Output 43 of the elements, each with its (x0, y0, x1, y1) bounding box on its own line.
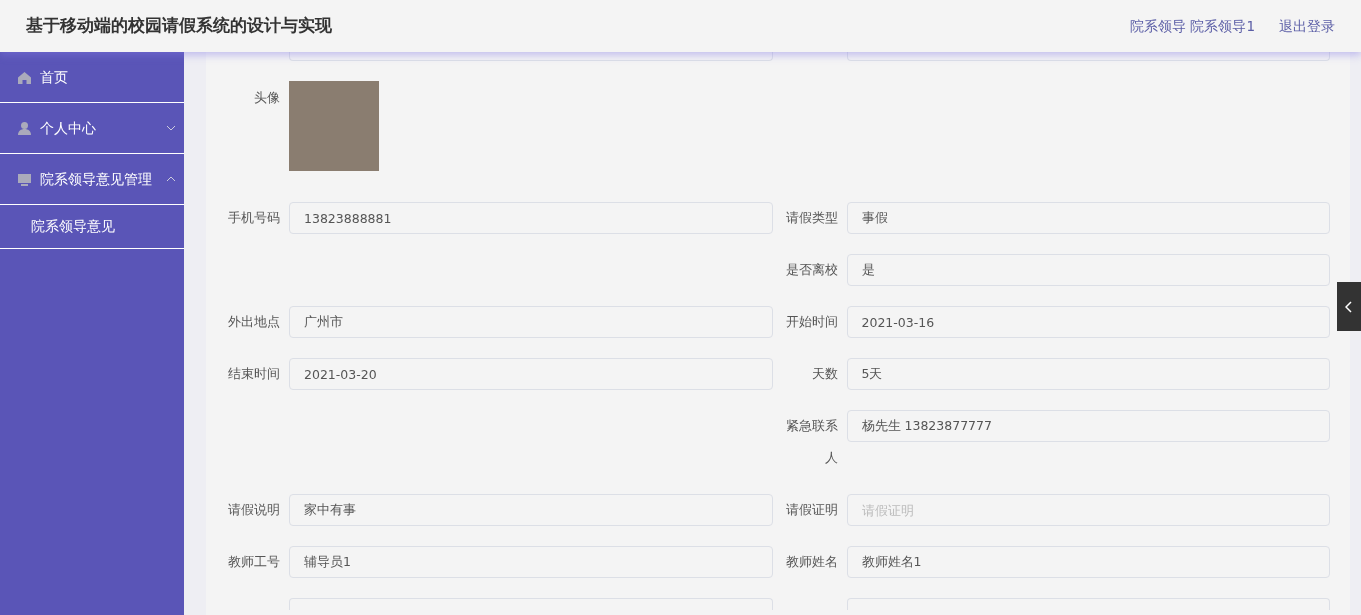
field-label: 请假说明 (227, 501, 280, 519)
input-field[interactable] (846, 598, 1330, 610)
sidebar-label: 院系领导意见管理 (40, 169, 152, 189)
field-label: 教师工号 (227, 553, 280, 571)
sidebar-subitem[interactable]: 院系领导意见 (0, 205, 184, 249)
field-label: 紧急联系人 (784, 417, 838, 467)
input-field[interactable]: 5天 (846, 358, 1330, 390)
field-label: 是否离校 (784, 261, 838, 279)
user-icon (17, 120, 32, 136)
sidebar-item[interactable]: 院系领导意见管理 (0, 154, 184, 205)
field-label: 手机号码 (227, 209, 280, 227)
input-field[interactable]: 2021-03-20 (289, 358, 773, 390)
logout-link[interactable]: 退出登录 (1279, 15, 1335, 37)
sidebar-label: 个人中心 (40, 118, 96, 138)
sidebar-item[interactable]: 首页 (0, 52, 184, 103)
field-label: 头像 (253, 89, 280, 107)
sidebar-label: 首页 (40, 67, 68, 87)
input-field[interactable]: 教师姓名1 (846, 546, 1330, 578)
input-field[interactable]: 是 (846, 254, 1330, 286)
field-label: 请假类型 (784, 209, 838, 227)
home-icon (17, 69, 32, 85)
collapse-toggle[interactable] (1337, 282, 1361, 331)
field-label: 外出地点 (227, 313, 280, 331)
input-field[interactable]: 事假 (846, 202, 1330, 234)
field-label: 结束时间 (227, 365, 280, 383)
input-field[interactable]: 广州市 (289, 306, 773, 338)
input-field[interactable] (289, 52, 773, 61)
input-field[interactable]: 家中有事 (289, 494, 773, 526)
field-label: 开始时间 (784, 313, 838, 331)
input-field[interactable]: 13823888881 (289, 202, 773, 234)
chevron-left-icon (1345, 300, 1353, 313)
input-field[interactable]: 2021-03-16 (846, 306, 1330, 338)
input-field[interactable] (846, 52, 1330, 61)
monitor-icon (17, 171, 32, 187)
input-field[interactable]: 杨先生 13823877777 (846, 410, 1330, 442)
sidebar-item[interactable]: 个人中心 (0, 103, 184, 154)
field-label: 教师姓名 (784, 553, 838, 571)
user-link[interactable]: 院系领导 院系领导1 (1130, 15, 1255, 37)
input-field[interactable]: 辅导员1 (289, 546, 773, 578)
field-label: 天数 (810, 365, 838, 383)
input-field[interactable] (289, 598, 773, 610)
app-title: 基于移动端的校园请假系统的设计与实现 (26, 14, 332, 38)
field-label: 请假证明 (784, 501, 838, 519)
